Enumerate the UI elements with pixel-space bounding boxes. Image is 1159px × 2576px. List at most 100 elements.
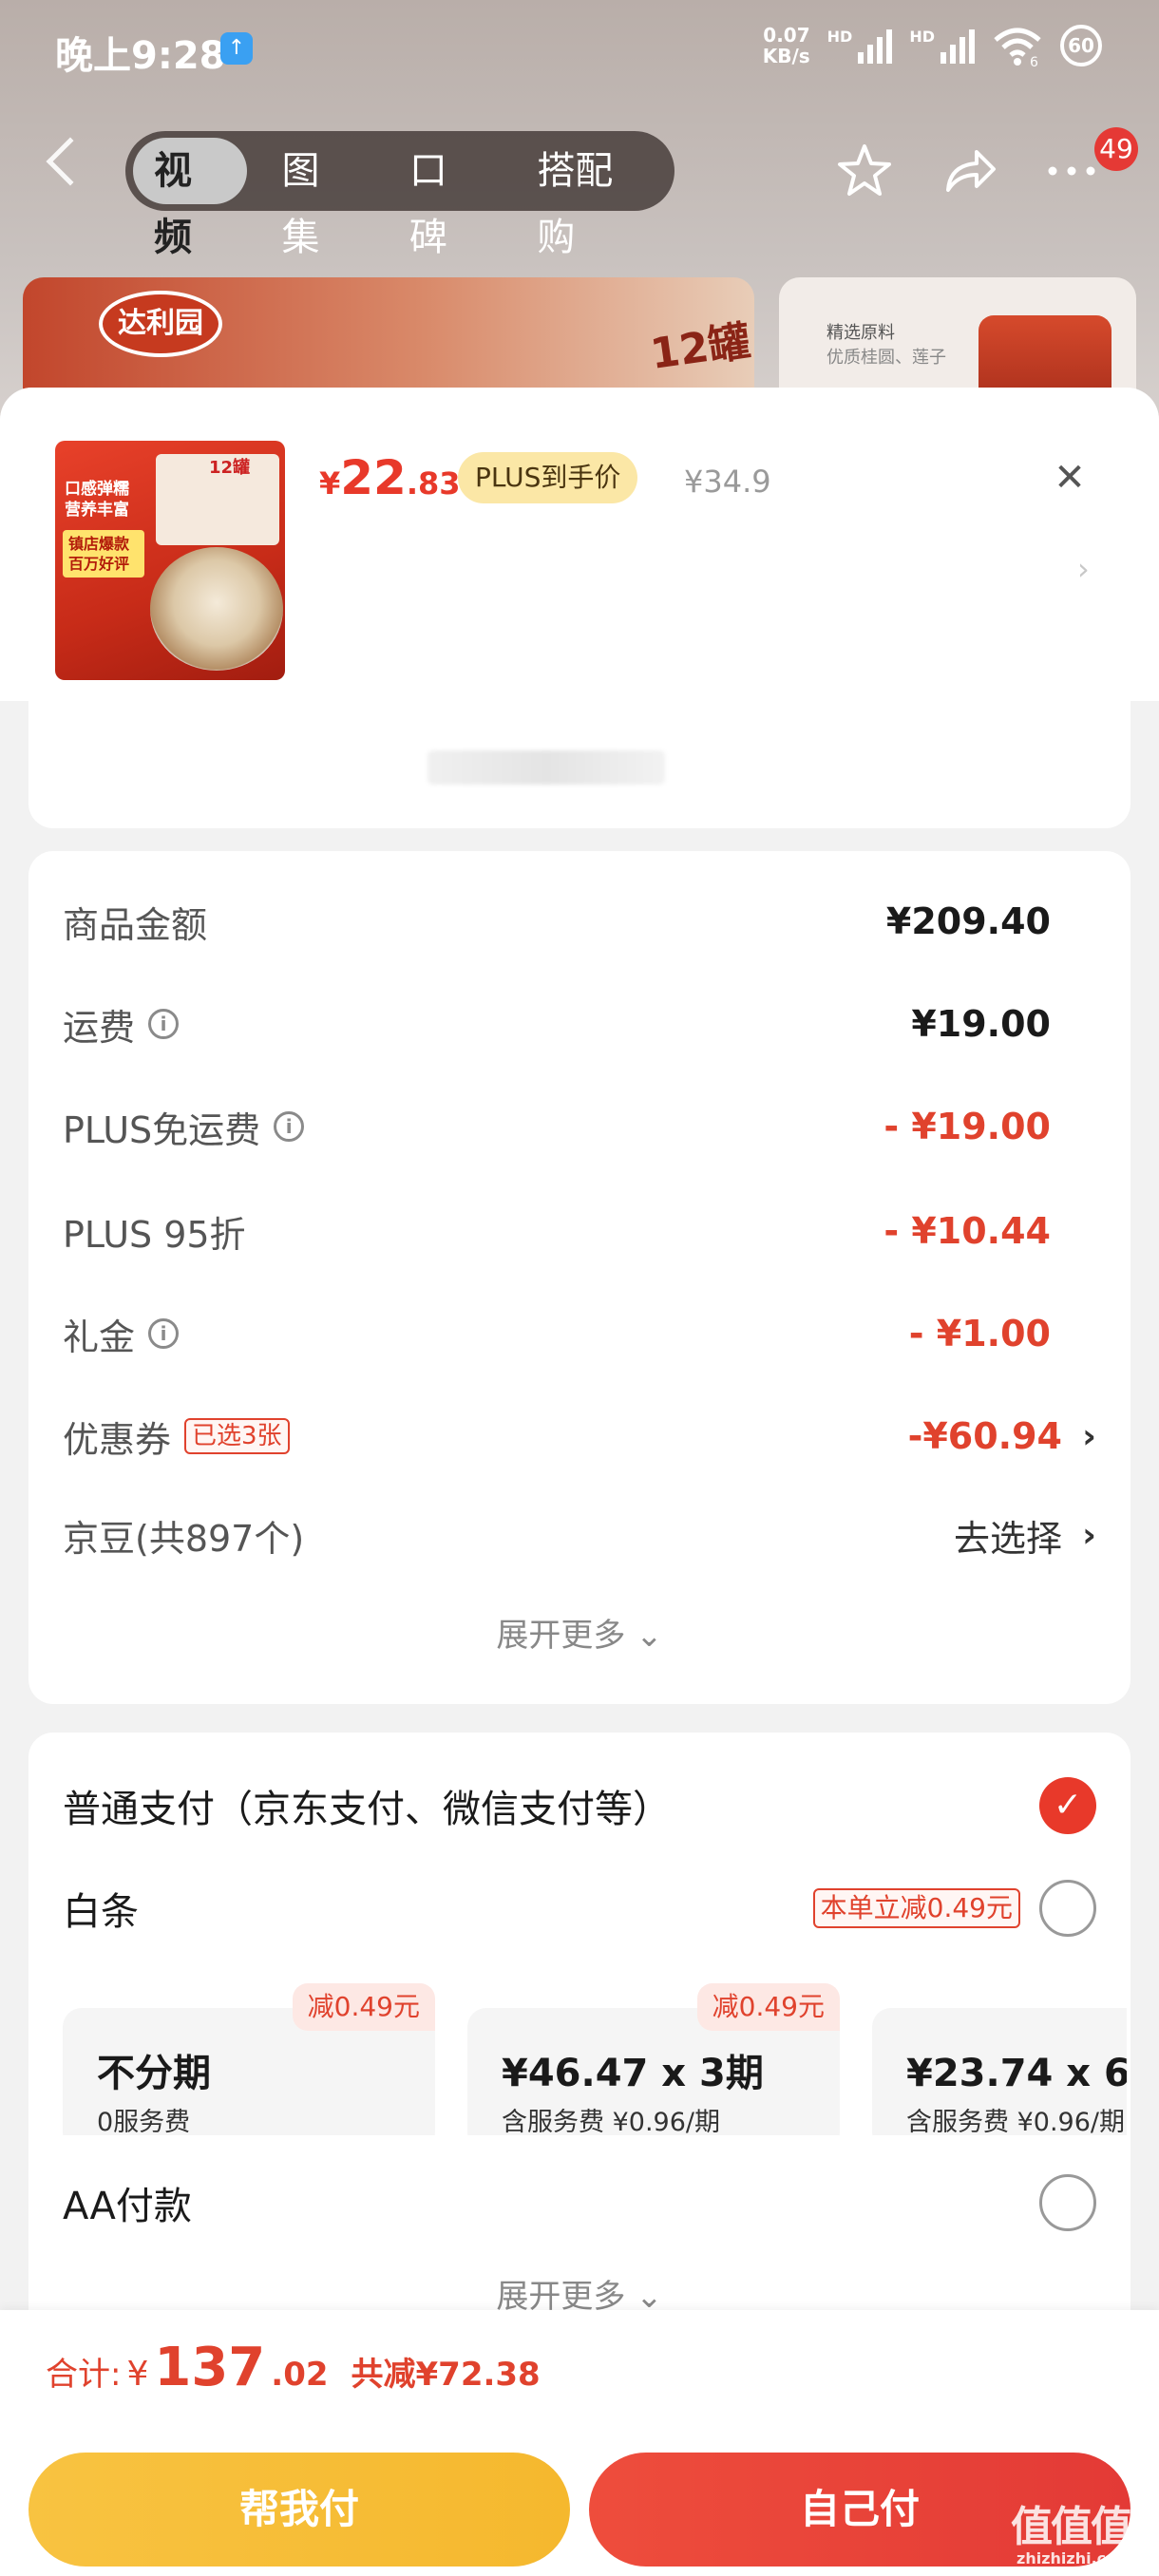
- checkmark-icon[interactable]: ✓: [1039, 1777, 1096, 1834]
- plus-price: ¥22.83: [319, 450, 461, 505]
- installment-option[interactable]: 减0.49元 ¥46.47 x 3期 含服务费 ¥0.96/期: [467, 1983, 840, 2135]
- more-dots-icon[interactable]: [1043, 142, 1100, 199]
- price-int: 22: [340, 450, 407, 505]
- chevron-right-icon[interactable]: ›: [1077, 551, 1090, 587]
- expand-more-summary[interactable]: 展开更多 ⌄: [28, 1609, 1130, 1656]
- installment-option[interactable]: ¥23.74 x 6期 含服务费 ¥0.96/期: [872, 2008, 1127, 2135]
- info-icon[interactable]: i: [148, 1318, 180, 1349]
- tab-reviews[interactable]: 口碑: [389, 138, 503, 259]
- back-arrow-icon[interactable]: [46, 137, 95, 186]
- wifi-sub: 6: [1030, 55, 1038, 66]
- product-page-background: 晚上9:28 ↑ 0.07 KB/s HD HD 6 60 视频 图集 口碑 搭…: [0, 0, 1159, 467]
- installment-main: ¥46.47 x 3期: [502, 2052, 764, 2095]
- summary-value: - ¥10.44: [884, 1210, 1051, 1252]
- blurred-text: [428, 750, 665, 785]
- radio-unchecked-icon[interactable]: [1039, 2174, 1096, 2231]
- installment-badge: 减0.49元: [696, 1983, 840, 2031]
- help-pay-button[interactable]: 帮我付: [28, 2453, 570, 2567]
- pay-option-label: AA付款: [63, 2185, 192, 2228]
- price-currency: ¥: [319, 465, 341, 502]
- net-speed-value: 0.07: [763, 24, 810, 47]
- chevron-right-icon[interactable]: ›: [1082, 1417, 1096, 1456]
- summary-row-plus-freeship: PLUS免运费 i - ¥19.00: [63, 1098, 1096, 1155]
- summary-label: PLUS 95折: [63, 1213, 246, 1256]
- price-dec: .83: [406, 465, 461, 502]
- expand-more-label: 展开更多: [496, 1617, 626, 1655]
- signal-icon-2: HD: [909, 28, 975, 64]
- hd-label-2: HD: [909, 28, 935, 46]
- installment-sub: 含服务费 ¥0.96/期: [502, 2108, 720, 2135]
- summary-label: 优惠券: [63, 1418, 172, 1461]
- installment-scroller[interactable]: 减0.49元 不分期 0服务费 减0.49元 ¥46.47 x 3期 含服务费 …: [63, 1983, 1127, 2135]
- installment-main: ¥23.74 x 6期: [906, 2052, 1127, 2095]
- summary-label: 商品金额: [63, 903, 208, 946]
- status-indicators: 0.07 KB/s HD HD 6 60: [763, 25, 1102, 66]
- checkout-footer: 合计: ¥137.02 共减¥72.38 帮我付 自己付: [0, 2310, 1159, 2576]
- battery-icon: 60: [1060, 25, 1102, 66]
- wifi-icon: 6: [994, 28, 1041, 66]
- summary-value: -¥60.94: [907, 1415, 1062, 1457]
- info-icon[interactable]: i: [148, 1009, 180, 1039]
- star-icon[interactable]: [836, 142, 893, 199]
- installment-option[interactable]: 减0.49元 不分期 0服务费: [63, 1983, 435, 2135]
- top-nav: 视频 图集 口碑 搭配购: [0, 123, 1159, 259]
- total-saved: 共减¥72.38: [351, 2356, 541, 2394]
- summary-row-jingdou[interactable]: 京豆(共897个) 去选择 ›: [63, 1506, 1096, 1563]
- total-currency: ¥: [126, 2355, 149, 2394]
- summary-value: - ¥1.00: [908, 1313, 1051, 1354]
- status-bar: 晚上9:28 ↑ 0.07 KB/s HD HD 6 60: [0, 0, 1159, 100]
- thumb-bowl: [150, 547, 283, 671]
- summary-value: ¥19.00: [911, 1003, 1051, 1045]
- watermark-logo: 值值值: [1011, 2503, 1132, 2551]
- coupon-chip: 已选3张: [184, 1418, 290, 1454]
- installment-badge: 减0.49元: [292, 1983, 435, 2031]
- radio-unchecked-icon[interactable]: [1039, 1880, 1096, 1937]
- share-icon[interactable]: [940, 142, 998, 199]
- net-speed-unit: KB/s: [762, 45, 810, 67]
- summary-value: - ¥19.00: [884, 1106, 1051, 1147]
- signal-icon: HD: [827, 28, 893, 64]
- status-time: 晚上9:28: [55, 34, 226, 78]
- close-icon[interactable]: ✕: [1051, 456, 1089, 500]
- installment-sub: 含服务费 ¥0.96/期: [906, 2108, 1125, 2135]
- price-summary-card: 商品金额 ¥209.40 运费 i ¥19.00 PLUS免运费 i - ¥19.0…: [28, 851, 1130, 1704]
- thumb-tag: 镇店爆款 百万好评: [63, 530, 144, 578]
- brand-logo: 达利园: [99, 291, 222, 357]
- product-thumbnail[interactable]: 12罐 口感弹糯 营养丰富 镇店爆款 百万好评: [55, 441, 285, 680]
- product-header: 12罐 口感弹糯 营养丰富 镇店爆款 百万好评 ¥22.83 PLUS到手价 ¥…: [0, 388, 1159, 701]
- checkout-sheet: 12罐 口感弹糯 营养丰富 镇店爆款 百万好评 ¥22.83 PLUS到手价 ¥…: [0, 388, 1159, 2576]
- pay-option-aa[interactable]: AA付款: [63, 2169, 1096, 2236]
- total-label: 合计:: [46, 2356, 122, 2394]
- tab-gallery[interactable]: 图集: [260, 138, 374, 259]
- bg-feature-title: 精选原料: [826, 323, 895, 343]
- installment-sub: 0服务费: [97, 2108, 191, 2135]
- summary-value[interactable]: 去选择: [954, 1509, 1062, 1562]
- chevron-right-icon[interactable]: ›: [1082, 1516, 1096, 1555]
- plus-price-tag: PLUS到手价: [458, 452, 638, 503]
- pay-option-label: 白条: [63, 1890, 139, 1934]
- tab-video[interactable]: 视频: [133, 138, 248, 259]
- bg-feature-sub: 优质桂圆、莲子: [826, 348, 946, 368]
- summary-label: 礼金: [63, 1316, 136, 1358]
- summary-row-shipping: 运费 i ¥19.00: [63, 995, 1096, 1052]
- installment-main: 不分期: [97, 2052, 211, 2095]
- baitiao-promo-badge: 本单立减0.49元: [812, 1888, 1020, 1928]
- summary-row-coupon[interactable]: 优惠券 已选3张 -¥60.94 ›: [63, 1408, 1096, 1465]
- info-icon[interactable]: i: [274, 1111, 305, 1142]
- summary-value: ¥209.40: [885, 900, 1051, 942]
- pay-option-baitiao[interactable]: 白条 本单立减0.49元: [63, 1875, 1096, 1941]
- pay-option-normal[interactable]: 普通支付（京东支付、微信支付等） ✓: [63, 1772, 1096, 1839]
- summary-label: PLUS免运费: [63, 1108, 261, 1151]
- net-speed: 0.07 KB/s: [763, 25, 810, 66]
- more-badge: 49: [1094, 127, 1138, 171]
- watermark-url: zhizhizhi.com: [1016, 2549, 1132, 2567]
- pay-option-label: 普通支付（京东支付、微信支付等）: [63, 1788, 671, 1831]
- tab-bundle[interactable]: 搭配购: [516, 138, 667, 259]
- summary-label: 运费: [63, 1006, 136, 1049]
- total-int: 137: [154, 2337, 266, 2398]
- hd-label: HD: [826, 28, 853, 46]
- summary-row-gift-money: 礼金 i - ¥1.00: [63, 1305, 1096, 1362]
- summary-row-goods: 商品金额 ¥209.40: [63, 893, 1096, 950]
- original-price: ¥34.9: [684, 464, 771, 500]
- chevron-down-icon: ⌄: [636, 1617, 663, 1655]
